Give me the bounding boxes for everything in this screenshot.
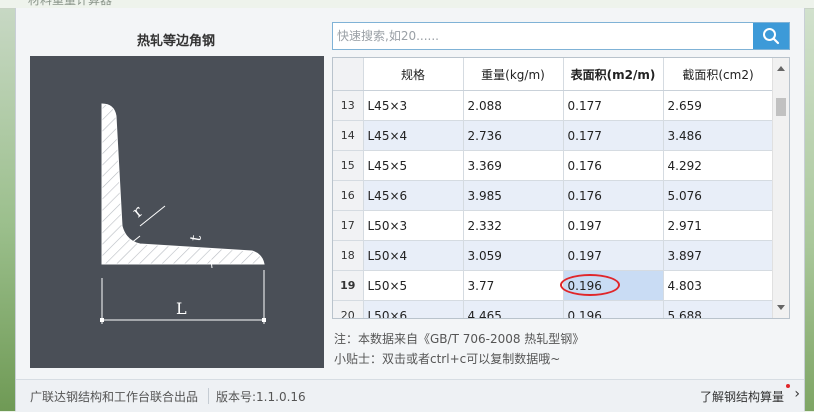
dim-L-label: L bbox=[176, 299, 187, 318]
cell-surface-area-selected[interactable]: 0.196 bbox=[559, 270, 664, 301]
notification-dot bbox=[786, 384, 790, 388]
cell-weight[interactable]: 3.059 bbox=[463, 240, 564, 271]
cell-weight[interactable]: 2.332 bbox=[463, 210, 564, 241]
cell-section-area[interactable]: 4.292 bbox=[663, 150, 774, 181]
red-circle-annotation bbox=[559, 274, 620, 296]
cell-section-area[interactable]: 2.659 bbox=[663, 90, 774, 121]
header-index bbox=[333, 58, 364, 91]
cell-spec[interactable]: L50×6 bbox=[363, 300, 464, 318]
cell-spec[interactable]: L45×5 bbox=[363, 150, 464, 181]
profile-diagram: r t L bbox=[30, 56, 324, 368]
header-weight[interactable]: 重量(kg/m) bbox=[463, 58, 564, 91]
cell-surface-area[interactable]: 0.196 bbox=[563, 300, 664, 318]
cell-spec[interactable]: L45×3 bbox=[363, 90, 464, 121]
source-note: 注：本数据来自《GB/T 706-2008 热轧型钢》 bbox=[334, 332, 585, 346]
cell-weight[interactable]: 4.465 bbox=[463, 300, 564, 318]
dim-r-label: r bbox=[128, 201, 146, 221]
table-row[interactable]: 17 L50×3 2.332 0.197 2.971 bbox=[333, 210, 774, 241]
search-box bbox=[332, 22, 790, 50]
row-index: 17 bbox=[333, 210, 364, 241]
cell-section-area[interactable]: 4.803 bbox=[663, 270, 774, 301]
chevron-right-icon[interactable]: › bbox=[794, 386, 800, 402]
cell-surface-area[interactable]: 0.176 bbox=[563, 150, 664, 181]
cell-spec[interactable]: L50×5 bbox=[363, 270, 464, 301]
row-index: 13 bbox=[333, 90, 364, 121]
cell-section-area[interactable]: 3.897 bbox=[663, 240, 774, 271]
table-row[interactable]: 13 L45×3 2.088 0.177 2.659 bbox=[333, 90, 774, 121]
cell-surface-area[interactable]: 0.177 bbox=[563, 120, 664, 151]
cell-surface-area[interactable]: 0.197 bbox=[563, 210, 664, 241]
row-index: 18 bbox=[333, 240, 364, 271]
cell-spec[interactable]: L50×4 bbox=[363, 240, 464, 271]
cell-spec[interactable]: L45×4 bbox=[363, 120, 464, 151]
cell-section-area[interactable]: 2.971 bbox=[663, 210, 774, 241]
version-label: 版本号:1.1.0.16 bbox=[216, 390, 306, 404]
vertical-scrollbar[interactable] bbox=[772, 58, 789, 318]
dim-t-label: t bbox=[186, 234, 205, 243]
table-row[interactable]: 18 L50×4 3.059 0.197 3.897 bbox=[333, 240, 774, 271]
row-index: 15 bbox=[333, 150, 364, 181]
table-header: 规格 重量(kg/m) 表面积(m2/m) 截面积(cm2) bbox=[333, 58, 774, 91]
row-index: 14 bbox=[333, 120, 364, 151]
cell-spec[interactable]: L45×6 bbox=[363, 180, 464, 211]
tip-note: 小贴士：双击或者ctrl+c可以复制数据哦~ bbox=[334, 352, 561, 366]
table-row[interactable]: 16 L45×6 3.985 0.176 5.076 bbox=[333, 180, 774, 211]
search-button[interactable] bbox=[753, 23, 789, 49]
cell-weight[interactable]: 3.369 bbox=[463, 150, 564, 181]
search-input[interactable] bbox=[333, 23, 759, 49]
table-row[interactable]: 15 L45×5 3.369 0.176 4.292 bbox=[333, 150, 774, 181]
learn-more-link[interactable]: 了解钢结构算量 bbox=[700, 388, 784, 405]
cell-section-area[interactable]: 5.076 bbox=[663, 180, 774, 211]
footer-credit: 广联达钢结构和工作台联合出品 bbox=[30, 390, 199, 404]
row-index: 20 bbox=[333, 300, 364, 318]
cell-spec[interactable]: L50×3 bbox=[363, 210, 464, 241]
cell-section-area[interactable]: 5.688 bbox=[663, 300, 774, 318]
app-window: 热轧等边角钢 r t L 快速搜索,如20...... 规格 重量(kg/m) … bbox=[15, 8, 805, 412]
header-spec[interactable]: 规格 bbox=[363, 58, 464, 91]
scrollbar-thumb[interactable] bbox=[776, 98, 786, 116]
data-table: 规格 重量(kg/m) 表面积(m2/m) 截面积(cm2) 13 L45×3 … bbox=[332, 57, 790, 319]
header-surface-area[interactable]: 表面积(m2/m) bbox=[563, 58, 664, 91]
angle-steel-section bbox=[101, 103, 265, 265]
row-index: 19 bbox=[333, 270, 364, 301]
table-row[interactable]: 14 L45×4 2.736 0.177 3.486 bbox=[333, 120, 774, 151]
cell-weight[interactable]: 3.985 bbox=[463, 180, 564, 211]
cell-weight[interactable]: 2.736 bbox=[463, 120, 564, 151]
cell-surface-area[interactable]: 0.176 bbox=[563, 180, 664, 211]
profile-title: 热轧等边角钢 bbox=[136, 34, 215, 49]
window-title: 材料重量计算器 bbox=[28, 0, 113, 7]
table-row-selected[interactable]: 19 L50×5 3.77 0.196 4.803 bbox=[333, 270, 774, 301]
cell-weight[interactable]: 3.77 bbox=[463, 270, 564, 301]
arrow-up-icon[interactable] bbox=[773, 60, 789, 76]
search-icon bbox=[763, 28, 780, 45]
footer-bar: 广联达钢结构和工作台联合出品 版本号:1.1.0.16 了解钢结构算量 › bbox=[16, 379, 804, 412]
header-section-area[interactable]: 截面积(cm2) bbox=[663, 58, 774, 91]
table-row[interactable]: 20 L50×6 4.465 0.196 5.688 bbox=[333, 300, 774, 318]
cell-section-area[interactable]: 3.486 bbox=[663, 120, 774, 151]
row-index: 16 bbox=[333, 180, 364, 211]
cell-surface-area[interactable]: 0.197 bbox=[563, 240, 664, 271]
cell-surface-area[interactable]: 0.177 bbox=[563, 90, 664, 121]
cell-weight[interactable]: 2.088 bbox=[463, 90, 564, 121]
footer-divider bbox=[208, 388, 209, 404]
arrow-down-icon[interactable] bbox=[773, 300, 789, 316]
